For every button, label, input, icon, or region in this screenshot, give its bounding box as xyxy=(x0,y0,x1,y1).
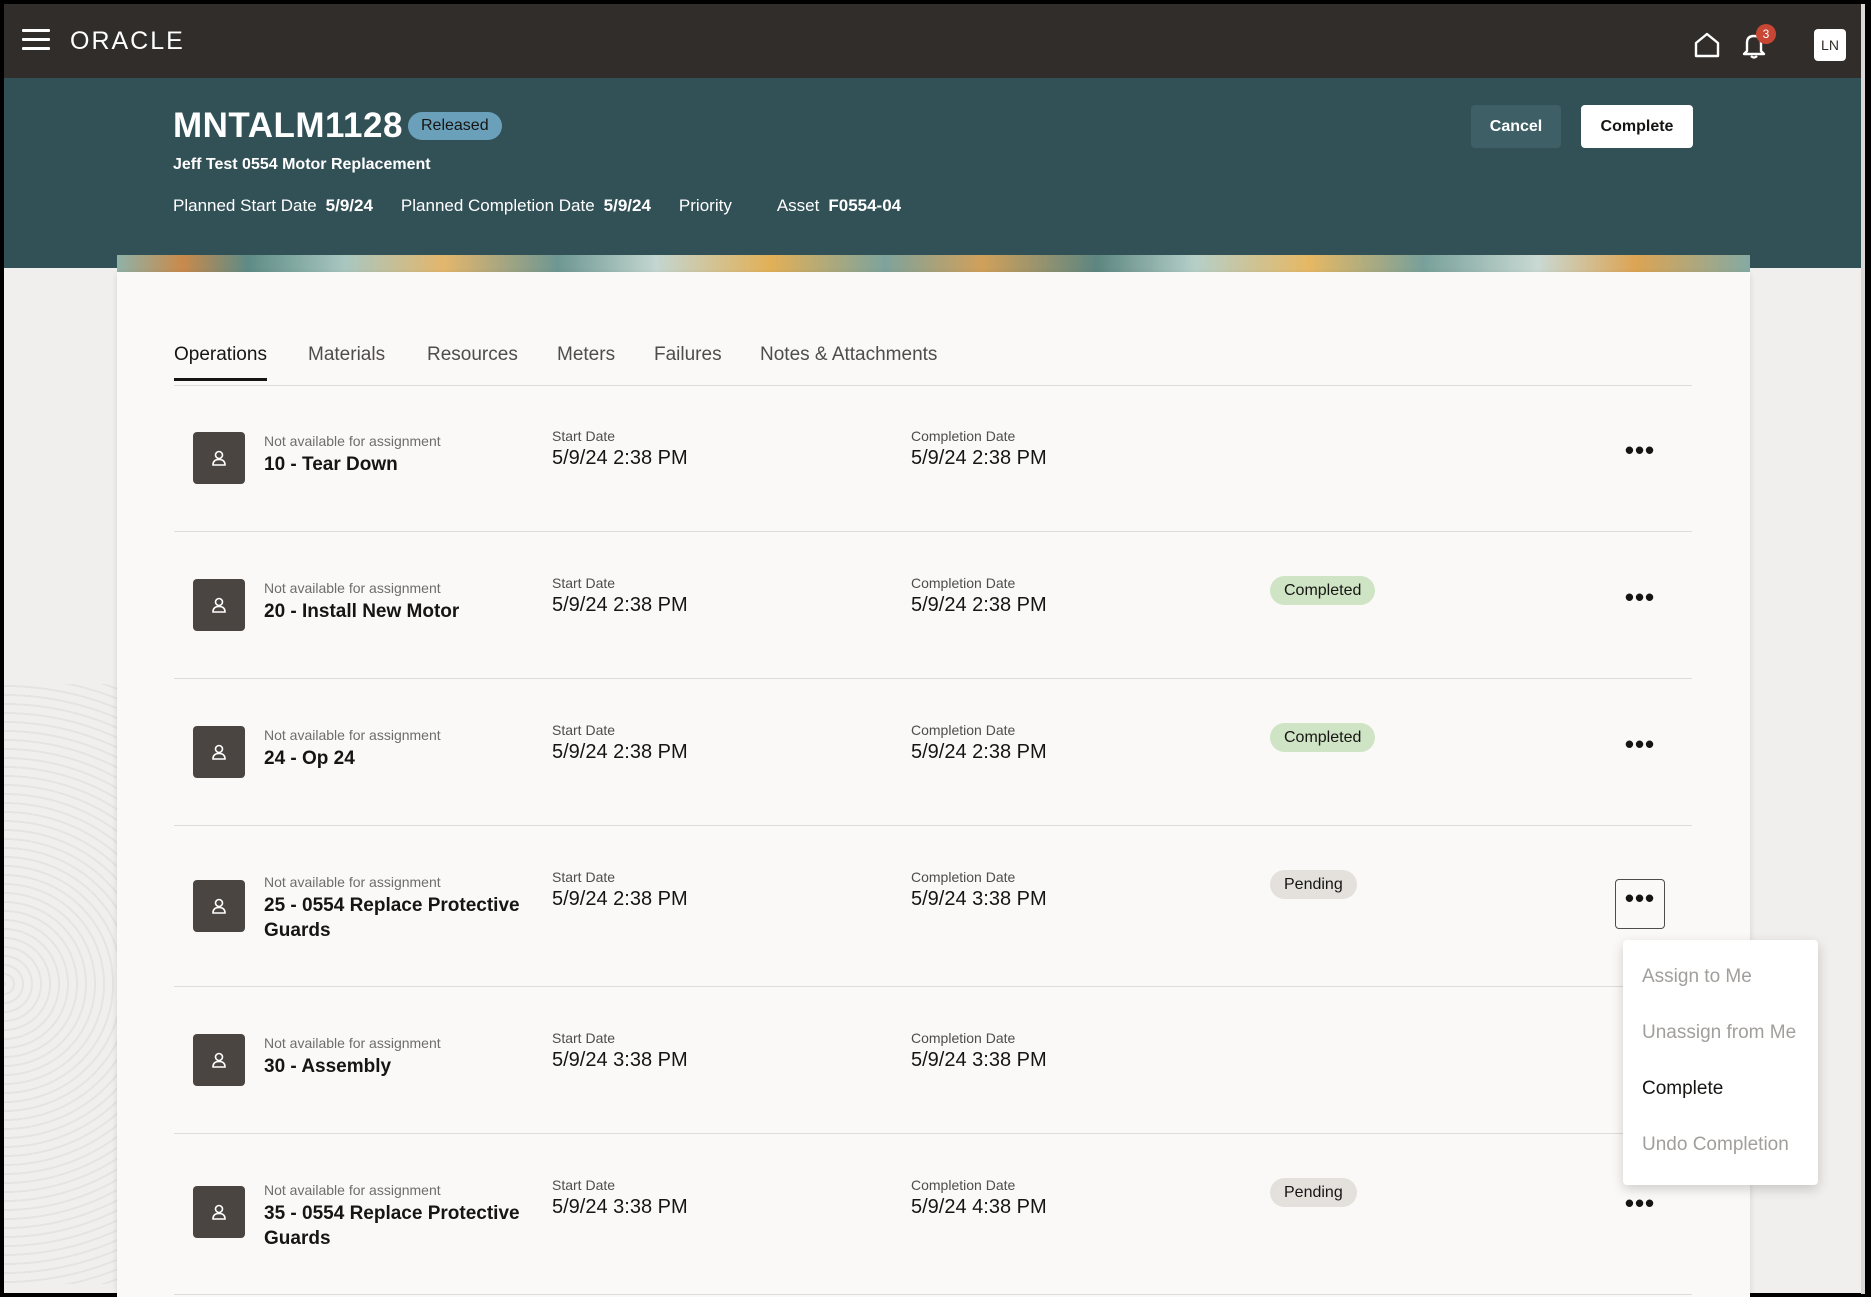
operation-avatar-icon xyxy=(193,579,245,631)
status-pill-pending: Pending xyxy=(1270,1178,1357,1207)
more-icon: ••• xyxy=(1624,435,1656,465)
complete-button[interactable]: Complete xyxy=(1581,105,1693,148)
asset-value: F0554-04 xyxy=(828,196,902,215)
notification-count-badge: 3 xyxy=(1756,24,1776,44)
page-scrollbar[interactable] xyxy=(1861,4,1865,1294)
assignment-status: Not available for assignment xyxy=(264,874,441,890)
operation-actions-menu: Assign to Me Unassign from Me Complete U… xyxy=(1623,940,1818,1185)
operation-avatar-icon xyxy=(193,432,245,484)
operation-row[interactable]: Not available for assignment 35 - 0554 R… xyxy=(174,1134,1692,1295)
more-icon: ••• xyxy=(1624,582,1656,612)
background-pattern xyxy=(4,684,124,1284)
tab-resources[interactable]: Resources xyxy=(427,344,518,378)
completion-date-value: 5/9/24 2:38 PM xyxy=(911,594,1047,616)
work-order-header: MNTALM1128 Released Jeff Test 0554 Motor… xyxy=(4,78,1861,268)
work-order-meta: Planned Start Date 5/9/24 Planned Comple… xyxy=(173,196,929,216)
start-date-value: 5/9/24 2:38 PM xyxy=(552,741,688,763)
status-pill-completed: Completed xyxy=(1270,723,1376,752)
operation-avatar-icon xyxy=(193,1034,245,1086)
operation-name[interactable]: 25 - 0554 Replace Protective Guards xyxy=(264,893,544,943)
completion-date-label: Completion Date xyxy=(911,1030,1016,1046)
operation-avatar-icon xyxy=(193,880,245,932)
operation-name[interactable]: 30 - Assembly xyxy=(264,1054,544,1079)
tab-failures[interactable]: Failures xyxy=(654,344,722,378)
more-actions-button[interactable]: ••• xyxy=(1615,431,1665,481)
status-badge: Released xyxy=(408,112,502,140)
page-title: MNTALM1128 xyxy=(173,106,403,145)
priority-label: Priority xyxy=(678,196,732,215)
tab-bar: Operations Materials Resources Meters Fa… xyxy=(174,344,1692,386)
start-date-value: 5/9/24 2:38 PM xyxy=(552,447,688,469)
tab-notes-attachments[interactable]: Notes & Attachments xyxy=(760,344,937,378)
operations-card: Operations Materials Resources Meters Fa… xyxy=(117,272,1750,1297)
operation-avatar-icon xyxy=(193,726,245,778)
asset-label: Asset xyxy=(776,196,820,215)
operation-name[interactable]: 20 - Install New Motor xyxy=(264,599,544,624)
more-icon: ••• xyxy=(1624,883,1656,913)
completion-date-label: Completion Date xyxy=(911,869,1016,885)
cancel-button[interactable]: Cancel xyxy=(1471,105,1561,148)
start-date-value: 5/9/24 3:38 PM xyxy=(552,1196,688,1218)
tab-materials[interactable]: Materials xyxy=(308,344,385,378)
menu-item-undo-completion[interactable]: Undo Completion xyxy=(1623,1120,1818,1176)
tab-operations[interactable]: Operations xyxy=(174,344,267,381)
menu-item-assign-to-me[interactable]: Assign to Me xyxy=(1623,952,1818,1008)
more-actions-button[interactable]: ••• xyxy=(1615,1184,1665,1234)
operation-row[interactable]: Not available for assignment 20 - Instal… xyxy=(174,532,1692,679)
assignment-status: Not available for assignment xyxy=(264,1035,441,1051)
hamburger-menu-icon[interactable] xyxy=(22,29,50,53)
start-date-value: 5/9/24 3:38 PM xyxy=(552,1049,688,1071)
assignment-status: Not available for assignment xyxy=(264,727,441,743)
start-date-label: Start Date xyxy=(552,869,616,885)
planned-start-value: 5/9/24 xyxy=(325,196,373,215)
more-icon: ••• xyxy=(1624,1188,1656,1218)
decorative-banner xyxy=(117,255,1750,272)
more-icon: ••• xyxy=(1624,729,1656,759)
operation-name[interactable]: 24 - Op 24 xyxy=(264,746,544,771)
operation-avatar-icon xyxy=(193,1186,245,1238)
assignment-status: Not available for assignment xyxy=(264,1182,441,1198)
top-bar: ORACLE 3 LN xyxy=(4,4,1861,78)
completion-date-label: Completion Date xyxy=(911,575,1016,591)
operation-row[interactable]: Not available for assignment 10 - Tear D… xyxy=(174,385,1692,532)
assignment-status: Not available for assignment xyxy=(264,433,441,449)
menu-item-unassign-from-me[interactable]: Unassign from Me xyxy=(1623,1008,1818,1064)
completion-date-label: Completion Date xyxy=(911,428,1016,444)
tab-meters[interactable]: Meters xyxy=(557,344,615,378)
start-date-label: Start Date xyxy=(552,722,616,738)
status-pill-completed: Completed xyxy=(1270,576,1376,605)
completion-date-value: 5/9/24 2:38 PM xyxy=(911,741,1047,763)
completion-date-value: 5/9/24 3:38 PM xyxy=(911,888,1047,910)
operation-row[interactable]: Not available for assignment 30 - Assemb… xyxy=(174,987,1692,1134)
more-actions-button[interactable]: ••• xyxy=(1615,578,1665,628)
oracle-logo: ORACLE xyxy=(70,27,185,55)
operation-name[interactable]: 35 - 0554 Replace Protective Guards xyxy=(264,1201,544,1251)
completion-date-value: 5/9/24 4:38 PM xyxy=(911,1196,1047,1218)
start-date-label: Start Date xyxy=(552,575,616,591)
start-date-label: Start Date xyxy=(552,1177,616,1193)
status-pill-pending: Pending xyxy=(1270,870,1357,899)
operation-row[interactable]: Not available for assignment 24 - Op 24 … xyxy=(174,679,1692,826)
more-actions-button[interactable]: ••• xyxy=(1615,725,1665,775)
operation-row[interactable]: Not available for assignment 25 - 0554 R… xyxy=(174,826,1692,987)
completion-date-label: Completion Date xyxy=(911,1177,1016,1193)
start-date-value: 5/9/24 2:38 PM xyxy=(552,888,688,910)
assignment-status: Not available for assignment xyxy=(264,580,441,596)
more-actions-button-active[interactable]: ••• xyxy=(1615,879,1665,929)
work-order-description: Jeff Test 0554 Motor Replacement xyxy=(173,156,431,173)
completion-date-value: 5/9/24 2:38 PM xyxy=(911,447,1047,469)
start-date-value: 5/9/24 2:38 PM xyxy=(552,594,688,616)
completion-date-label: Completion Date xyxy=(911,722,1016,738)
planned-start-label: Planned Start Date xyxy=(173,196,317,215)
home-icon[interactable] xyxy=(1692,30,1722,60)
planned-completion-value: 5/9/24 xyxy=(603,196,651,215)
completion-date-value: 5/9/24 3:38 PM xyxy=(911,1049,1047,1071)
start-date-label: Start Date xyxy=(552,428,616,444)
user-avatar[interactable]: LN xyxy=(1814,29,1846,61)
menu-item-complete[interactable]: Complete xyxy=(1623,1064,1818,1120)
operation-name[interactable]: 10 - Tear Down xyxy=(264,452,544,477)
planned-completion-label: Planned Completion Date xyxy=(400,196,595,215)
start-date-label: Start Date xyxy=(552,1030,616,1046)
